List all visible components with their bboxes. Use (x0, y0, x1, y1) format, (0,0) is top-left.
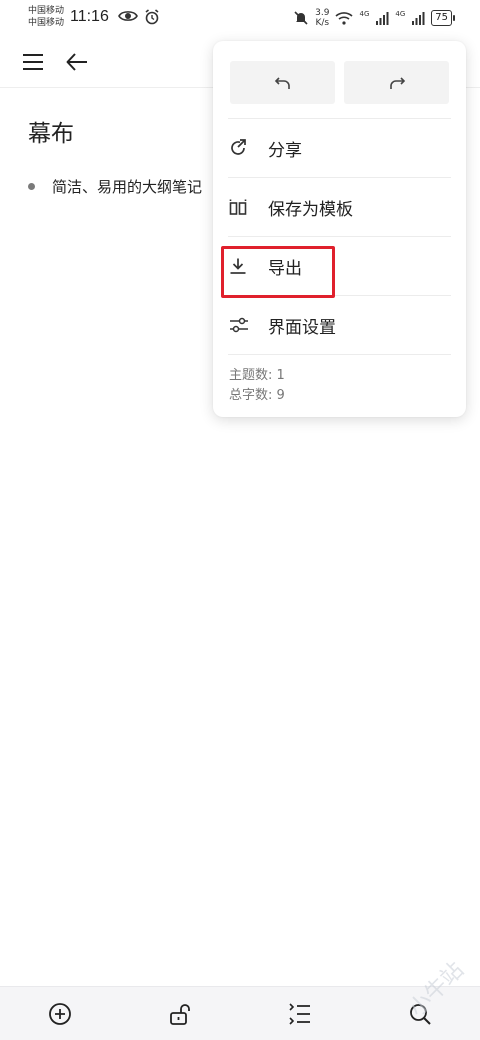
redo-button[interactable] (344, 61, 449, 104)
share-icon (231, 139, 246, 155)
alarm-icon (145, 9, 159, 25)
more-menu: 分享 保存为模板 导出 界面设置 主题数: 1 总字数: 9 (213, 41, 466, 417)
undo-redo-row (230, 61, 449, 104)
unlock-icon (170, 1004, 190, 1025)
export-highlight-box (221, 246, 335, 298)
signal-icon-2 (412, 12, 425, 25)
status-icons-right: 3.9 K/s 4G 4G 75 (293, 8, 455, 28)
word-count: 总字数: 9 (229, 388, 285, 403)
net-type-1: 4G (359, 10, 370, 18)
hamburger-icon (23, 54, 43, 70)
menu-item-save-template[interactable]: 保存为模板 (213, 178, 466, 236)
document-title[interactable]: 幕布 (28, 114, 74, 148)
outline-item-text[interactable]: 简洁、易用的大纲笔记 (52, 176, 202, 197)
redo-icon (389, 76, 405, 89)
mute-icon (294, 11, 308, 25)
back-arrow-icon (66, 53, 87, 71)
menu-item-label: 分享 (268, 140, 302, 161)
lock-button[interactable] (166, 1000, 194, 1028)
undo-button[interactable] (230, 61, 335, 104)
eye-icon (118, 11, 138, 21)
bullet-dot[interactable] (28, 183, 35, 190)
undo-icon (274, 76, 290, 89)
back-button[interactable] (61, 46, 93, 78)
status-icons-left (118, 9, 160, 25)
outline-item[interactable]: 简洁、易用的大纲笔记 (28, 176, 202, 197)
list-indent-icon (289, 1003, 310, 1025)
menu-item-label: 界面设置 (268, 317, 336, 338)
speed-unit: K/s (315, 18, 330, 28)
menu-item-share[interactable]: 分享 (213, 119, 466, 177)
document-stats: 主题数: 1 总字数: 9 (229, 366, 285, 406)
template-icon (229, 199, 247, 215)
carrier-2: 中国移动 (28, 18, 65, 28)
network-speed: 3.9 K/s (315, 8, 329, 28)
menu-divider (228, 354, 451, 355)
menu-item-ui-settings[interactable]: 界面设置 (213, 296, 466, 354)
add-circle-icon (49, 1003, 71, 1025)
battery-indicator: 75 (431, 10, 455, 26)
outline-format-button[interactable] (286, 1000, 314, 1028)
speed-value: 3.9 (315, 8, 330, 18)
status-bar: 中国移动 中国移动 11:16 3.9 K/s 4G 4G 75 (0, 0, 480, 36)
sliders-icon (230, 317, 248, 333)
signal-icon (376, 12, 389, 25)
wifi-icon (335, 12, 354, 25)
net-type-2: 4G (395, 10, 406, 18)
topic-count: 主题数: 1 (229, 368, 285, 383)
menu-item-label: 保存为模板 (268, 199, 353, 220)
carrier-labels: 中国移动 中国移动 (28, 5, 64, 29)
add-button[interactable] (46, 1000, 74, 1028)
carrier-1: 中国移动 (28, 6, 65, 16)
menu-button[interactable] (17, 46, 49, 78)
clock: 11:16 (70, 8, 109, 25)
